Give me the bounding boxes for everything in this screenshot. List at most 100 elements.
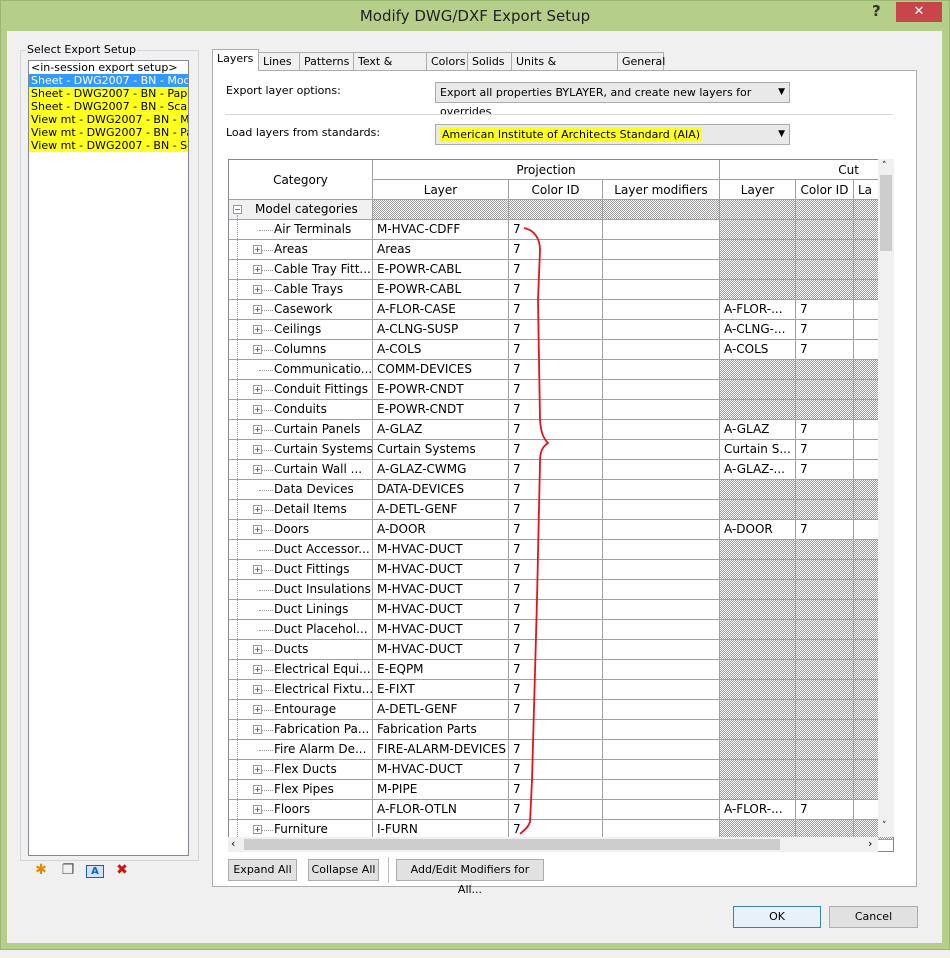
- layer-cell[interactable]: M-HVAC-DUCT: [373, 760, 509, 780]
- layer-cell[interactable]: E-POWR-CNDT: [373, 380, 509, 400]
- layer-modifiers-cell[interactable]: [603, 400, 720, 420]
- ok-button[interactable]: OK: [733, 906, 821, 928]
- layer-modifiers-cell[interactable]: [603, 540, 720, 560]
- tree-root-model-categories[interactable]: Model categories: [229, 200, 373, 220]
- export-setup-item[interactable]: View mt - DWG2007 - BN - Paper: [29, 126, 188, 139]
- layer-modifiers-cell[interactable]: [603, 680, 720, 700]
- color-id-cell[interactable]: 7: [509, 760, 603, 780]
- layer-modifiers-cell[interactable]: [603, 300, 720, 320]
- expand-icon[interactable]: +: [253, 805, 262, 814]
- tab-general[interactable]: General: [617, 52, 665, 71]
- scroll-right-icon[interactable]: ›: [868, 837, 872, 850]
- category-cable-tray-fitt[interactable]: Cable Tray Fitt...: [229, 260, 373, 280]
- expand-icon[interactable]: +: [253, 765, 262, 774]
- tab-lines[interactable]: Lines: [258, 52, 300, 71]
- layer-cell[interactable]: M-HVAC-DUCT: [373, 560, 509, 580]
- expand-icon[interactable]: +: [253, 525, 262, 534]
- cut-layer-cell[interactable]: A-COLS: [720, 340, 796, 360]
- new-setup-icon[interactable]: ✱: [32, 862, 50, 880]
- category-electrical-equi[interactable]: Electrical Equi...: [229, 660, 373, 680]
- layer-cell[interactable]: A-GLAZ: [373, 420, 509, 440]
- expand-icon[interactable]: +: [253, 505, 262, 514]
- color-id-cell[interactable]: 7: [509, 620, 603, 640]
- tab-units-coordinates[interactable]: Units & Coordinates: [511, 52, 618, 85]
- expand-icon[interactable]: +: [253, 425, 262, 434]
- color-id-cell[interactable]: 7: [509, 400, 603, 420]
- layer-cell[interactable]: M-HVAC-DUCT: [373, 620, 509, 640]
- layer-modifiers-cell[interactable]: [603, 560, 720, 580]
- layer-cell[interactable]: A-COLS: [373, 340, 509, 360]
- cut-layer-cell[interactable]: A-DOOR: [720, 520, 796, 540]
- cut-layer-cell[interactable]: A-FLOR-...: [720, 800, 796, 820]
- layer-modifiers-cell[interactable]: [603, 280, 720, 300]
- layer-cell[interactable]: M-HVAC-DUCT: [373, 600, 509, 620]
- color-id-cell[interactable]: 7: [509, 740, 603, 760]
- layer-modifiers-cell[interactable]: [603, 640, 720, 660]
- color-id-cell[interactable]: 7: [509, 300, 603, 320]
- expand-icon[interactable]: +: [253, 725, 262, 734]
- category-duct-insulations[interactable]: Duct Insulations: [229, 580, 373, 600]
- color-id-cell[interactable]: 7: [509, 320, 603, 340]
- tab-patterns[interactable]: Patterns: [299, 52, 354, 71]
- category-flex-pipes[interactable]: Flex Pipes: [229, 780, 373, 800]
- collapse-all-button[interactable]: Collapse All: [308, 859, 379, 881]
- layer-cell[interactable]: A-DETL-GENF: [373, 700, 509, 720]
- tab-text-fonts[interactable]: Text & Fonts: [353, 52, 427, 85]
- expand-icon[interactable]: +: [253, 385, 262, 394]
- color-id-cell[interactable]: 7: [509, 520, 603, 540]
- expand-icon[interactable]: +: [253, 785, 262, 794]
- color-id-cell[interactable]: 7: [509, 660, 603, 680]
- category-duct-placehol[interactable]: Duct Placehol...: [229, 620, 373, 640]
- cut-color-id-cell[interactable]: 7: [796, 520, 854, 540]
- color-id-cell[interactable]: 7: [509, 280, 603, 300]
- layer-cell[interactable]: A-FLOR-OTLN: [373, 800, 509, 820]
- cut-color-id-cell[interactable]: 7: [796, 440, 854, 460]
- column-header-modifiers[interactable]: Layer modifiers: [603, 180, 720, 200]
- color-id-cell[interactable]: 7: [509, 680, 603, 700]
- tab-colors[interactable]: Colors: [426, 52, 468, 71]
- category-fire-alarm-de[interactable]: Fire Alarm De...: [229, 740, 373, 760]
- vertical-scrollbar[interactable]: ˄ ˅: [878, 159, 894, 837]
- expand-icon[interactable]: +: [253, 265, 262, 274]
- layer-modifiers-cell[interactable]: [603, 360, 720, 380]
- layer-cell[interactable]: FIRE-ALARM-DEVICES: [373, 740, 509, 760]
- category-columns[interactable]: Columns: [229, 340, 373, 360]
- layer-cell[interactable]: E-POWR-CABL: [373, 280, 509, 300]
- export-setup-item[interactable]: <in-session export setup>: [29, 61, 188, 74]
- layer-modifiers-cell[interactable]: [603, 260, 720, 280]
- scroll-up-icon[interactable]: ˄: [882, 161, 887, 171]
- color-id-cell[interactable]: 7: [509, 360, 603, 380]
- cut-layer-cell[interactable]: A-CLNG-...: [720, 320, 796, 340]
- category-curtain-panels[interactable]: Curtain Panels: [229, 420, 373, 440]
- layer-modifiers-cell[interactable]: [603, 660, 720, 680]
- category-header[interactable]: Category: [229, 160, 373, 200]
- layer-cell[interactable]: M-HVAC-DUCT: [373, 580, 509, 600]
- tab-layers[interactable]: Layers: [212, 49, 259, 71]
- layer-modifiers-cell[interactable]: [603, 580, 720, 600]
- cut-color-id-cell[interactable]: 7: [796, 320, 854, 340]
- expand-icon[interactable]: +: [253, 305, 262, 314]
- export-setup-item[interactable]: Sheet - DWG2007 - BN - Model Li: [29, 74, 188, 87]
- export-setup-item[interactable]: Sheet - DWG2007 - BN - Scale Lir: [29, 100, 188, 113]
- layer-cell[interactable]: E-FIXT: [373, 680, 509, 700]
- column-header-color-id[interactable]: Color ID: [509, 180, 603, 200]
- close-button[interactable]: ✕: [896, 2, 942, 22]
- color-id-cell[interactable]: 7: [509, 380, 603, 400]
- category-electrical-fixtu[interactable]: Electrical Fixtu...: [229, 680, 373, 700]
- layer-modifiers-cell[interactable]: [603, 800, 720, 820]
- cut-color-id-cell[interactable]: 7: [796, 420, 854, 440]
- category-doors[interactable]: Doors: [229, 520, 373, 540]
- expand-icon[interactable]: +: [253, 445, 262, 454]
- layer-modifiers-cell[interactable]: [603, 340, 720, 360]
- rename-setup-icon[interactable]: A: [86, 865, 104, 878]
- expand-icon[interactable]: +: [253, 565, 262, 574]
- category-duct-accessor[interactable]: Duct Accessor...: [229, 540, 373, 560]
- layer-modifiers-cell[interactable]: [603, 620, 720, 640]
- category-curtain-systems[interactable]: Curtain Systems: [229, 440, 373, 460]
- expand-icon[interactable]: +: [253, 465, 262, 474]
- category-entourage[interactable]: Entourage: [229, 700, 373, 720]
- export-setup-list[interactable]: <in-session export setup> Sheet - DWG2007…: [28, 60, 189, 856]
- color-id-cell[interactable]: 7: [509, 560, 603, 580]
- layer-cell[interactable]: A-FLOR-CASE: [373, 300, 509, 320]
- cut-layer-cell[interactable]: A-FLOR-...: [720, 300, 796, 320]
